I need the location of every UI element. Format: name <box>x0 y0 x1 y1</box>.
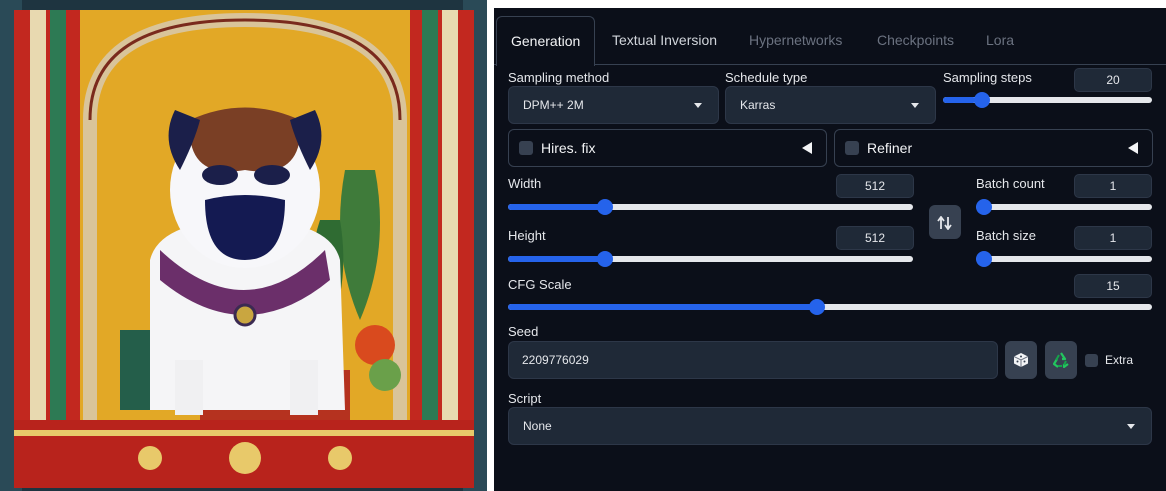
script-value: None <box>523 419 552 433</box>
slider-thumb[interactable] <box>597 251 614 267</box>
swap-dimensions-icon <box>937 216 952 230</box>
slider-thumb[interactable] <box>973 92 990 108</box>
extra-seed-checkbox[interactable] <box>1085 354 1098 367</box>
batch-size-slider[interactable] <box>976 251 1152 267</box>
reuse-seed-button[interactable] <box>1045 341 1077 379</box>
batch-size-input[interactable]: 1 <box>1074 226 1152 250</box>
collapse-arrow-icon <box>1128 142 1138 154</box>
tab-textual-inversion[interactable]: Textual Inversion <box>612 16 717 64</box>
tab-bar: Generation Textual Inversion Hypernetwor… <box>494 16 1166 66</box>
slider-fill <box>943 97 977 103</box>
script-label: Script <box>508 391 542 406</box>
generated-image <box>0 0 487 491</box>
tab-lora[interactable]: Lora <box>986 16 1014 64</box>
refiner-checkbox[interactable] <box>845 141 859 155</box>
cfg-scale-input[interactable]: 15 <box>1074 274 1152 298</box>
width-label: Width <box>508 176 542 191</box>
script-dropdown[interactable]: None <box>508 407 1152 445</box>
batch-count-slider[interactable] <box>976 199 1152 215</box>
sampling-method-value: DPM++ 2M <box>523 98 584 112</box>
height-slider[interactable] <box>508 251 913 267</box>
sampling-steps-input[interactable]: 20 <box>1074 68 1152 92</box>
width-input[interactable]: 512 <box>836 174 914 198</box>
bulldog-tapestry-image <box>0 0 487 491</box>
tab-checkpoints[interactable]: Checkpoints <box>877 16 954 64</box>
settings-panel: Generation Textual Inversion Hypernetwor… <box>494 8 1166 491</box>
batch-count-label: Batch count <box>976 176 1045 191</box>
sampling-steps-slider[interactable] <box>943 92 1152 108</box>
chevron-down-icon <box>911 103 919 108</box>
chevron-down-icon <box>694 103 702 108</box>
seed-input[interactable]: 2209776029 <box>508 341 998 379</box>
cfg-scale-slider[interactable] <box>508 299 1152 315</box>
collapse-arrow-icon <box>802 142 812 154</box>
seed-label: Seed <box>508 324 539 339</box>
schedule-type-value: Karras <box>740 98 776 112</box>
swap-dimensions-button[interactable] <box>929 205 961 239</box>
schedule-type-dropdown[interactable]: Karras <box>725 86 936 124</box>
sampling-steps-label: Sampling steps <box>943 70 1032 85</box>
height-label: Height <box>508 228 546 243</box>
height-input[interactable]: 512 <box>836 226 914 250</box>
chevron-down-icon <box>1127 424 1135 429</box>
refiner-label: Refiner <box>867 140 913 156</box>
slider-thumb[interactable] <box>976 251 992 267</box>
batch-size-label: Batch size <box>976 228 1036 243</box>
sampling-method-label: Sampling method <box>508 70 610 85</box>
random-seed-button[interactable] <box>1005 341 1037 379</box>
sampling-method-dropdown[interactable]: DPM++ 2M <box>508 86 719 124</box>
slider-fill <box>508 204 602 210</box>
extra-seed-label: Extra <box>1105 353 1134 367</box>
hires-fix-checkbox[interactable] <box>519 141 533 155</box>
refiner-accordion[interactable]: Refiner <box>834 129 1153 167</box>
hires-fix-accordion[interactable]: Hires. fix <box>508 129 827 167</box>
cfg-scale-label: CFG Scale <box>508 277 572 292</box>
slider-track <box>976 256 1152 262</box>
slider-track <box>976 204 1152 210</box>
batch-count-input[interactable]: 1 <box>1074 174 1152 198</box>
tab-generation[interactable]: Generation <box>496 16 596 66</box>
hires-fix-label: Hires. fix <box>541 140 596 156</box>
slider-thumb[interactable] <box>976 199 992 215</box>
slider-fill <box>508 256 602 262</box>
dice-icon <box>1013 353 1029 367</box>
tab-hypernetworks[interactable]: Hypernetworks <box>749 16 842 64</box>
schedule-type-label: Schedule type <box>725 70 808 85</box>
slider-fill <box>508 304 818 310</box>
recycle-icon <box>1053 352 1069 368</box>
width-slider[interactable] <box>508 199 913 215</box>
slider-thumb[interactable] <box>597 199 614 215</box>
slider-thumb[interactable] <box>809 299 826 315</box>
